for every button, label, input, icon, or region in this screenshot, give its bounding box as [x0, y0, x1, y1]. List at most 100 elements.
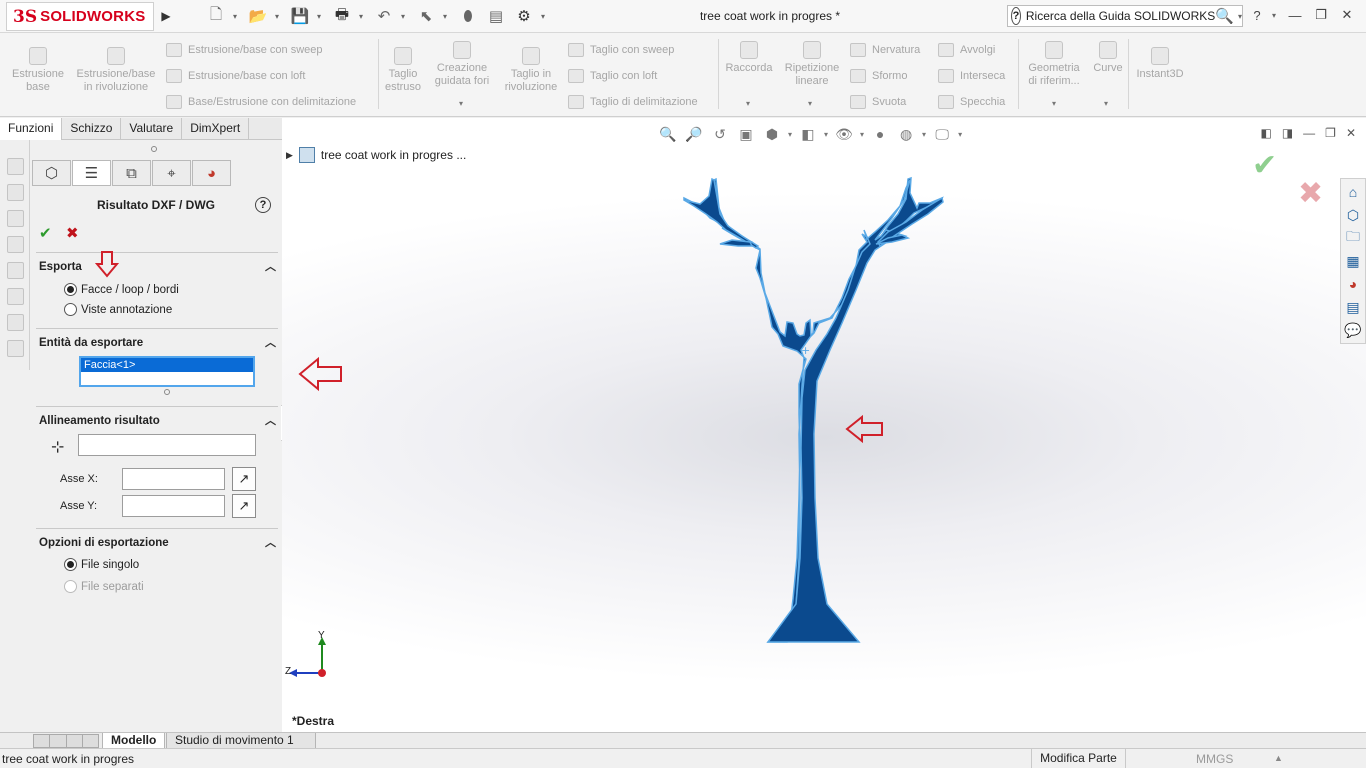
nervatura-button[interactable]: Nervatura [850, 43, 920, 57]
select-dropdown-icon[interactable]: ▾ [443, 12, 451, 21]
panel-help-icon[interactable]: ? [255, 197, 271, 213]
curves-dropdown-icon[interactable]: ▾ [1104, 99, 1108, 108]
close-icon[interactable]: ✕ [1336, 5, 1358, 25]
search-dropdown-icon[interactable]: ▾ [1238, 12, 1242, 21]
graphics-area[interactable]: 🔍 🔎 ↺ ▣ ⬢ ▾ ◧ ▾ 👁 ▾ ● ◍ ▾ 🖵 ▾ ◧ ◨ — ❐ ✕ ▶ tre… [282, 118, 1366, 732]
pattern-dropdown-icon[interactable]: ▾ [808, 99, 812, 108]
property-manager-tab-icon[interactable]: ☰ [72, 160, 111, 186]
asse-y-reverse-arrow-icon[interactable]: ↗ [232, 494, 256, 518]
tab-schizzo[interactable]: Schizzo [62, 118, 122, 140]
undo-dropdown-icon[interactable]: ▾ [401, 12, 409, 21]
specchia-button[interactable]: Specchia [938, 95, 1005, 109]
asse-x-input[interactable] [122, 468, 225, 490]
entities-selection-list[interactable]: Faccia<1> [79, 356, 255, 387]
help-dropdown-icon[interactable]: ▾ [1272, 11, 1280, 20]
ok-checkmark-icon[interactable]: ✔ [39, 224, 52, 242]
open-dropdown-icon[interactable]: ▾ [275, 12, 283, 21]
file-explorer-icon[interactable]: 🗀 [1343, 228, 1363, 248]
tree-part-face[interactable]: + [282, 118, 1366, 732]
estrusione-base-button[interactable]: Estrusione base [8, 47, 68, 94]
search-icon[interactable]: 🔍 [1215, 7, 1234, 25]
estrusione-sweep-button[interactable]: Estrusione/base con sweep [166, 43, 323, 57]
display-manager-tab-icon[interactable]: ◕ [192, 160, 231, 186]
taglio-rivoluzione-button[interactable]: Taglio in rivoluzione [500, 47, 562, 94]
raccorda-button[interactable]: Raccorda [722, 41, 776, 75]
hole-wizard-dropdown-icon[interactable]: ▾ [459, 99, 463, 108]
instant3d-button[interactable]: Instant3D [1132, 47, 1188, 81]
taglio-sweep-button[interactable]: Taglio con sweep [568, 43, 674, 57]
options-gear-icon[interactable]: ⚙ [513, 6, 535, 26]
tab-studio-movimento[interactable]: Studio di movimento 1 [166, 733, 316, 749]
print-dropdown-icon[interactable]: ▾ [359, 12, 367, 21]
menu-expand-icon[interactable]: ▶ [158, 6, 174, 26]
tab-modello[interactable]: Modello [102, 733, 166, 749]
tab-dimxpert[interactable]: DimXpert [182, 118, 250, 140]
origin-input[interactable] [78, 434, 256, 456]
rebuild-icon[interactable]: ⬮ [457, 6, 479, 26]
geometria-riferimento-button[interactable]: Geometria di riferim... [1024, 41, 1084, 88]
taglio-delimitazione-button[interactable]: Taglio di delimitazione [568, 95, 698, 109]
restore-icon[interactable]: ❐ [1310, 5, 1332, 25]
help-search-box[interactable]: ? Ricerca della Guida SOLIDWORKS 🔍 ▾ [1007, 5, 1243, 27]
feature-manager-tab-icon[interactable]: ⬡ [32, 160, 71, 186]
taglio-estruso-button[interactable]: Taglio estruso [382, 47, 424, 94]
sformo-button[interactable]: Sformo [850, 69, 907, 83]
dimxpert-manager-tab-icon[interactable]: ⌖ [152, 160, 191, 186]
undo-icon[interactable]: ↶ [373, 6, 395, 26]
collapse-chevron-up-icon[interactable]: ︿ [265, 534, 276, 550]
view-palette-icon[interactable]: ▦ [1343, 251, 1363, 271]
new-dropdown-icon[interactable]: ▾ [233, 12, 241, 21]
interseca-button[interactable]: Interseca [938, 69, 1005, 83]
forum-icon[interactable]: 💬 [1343, 320, 1363, 340]
collapse-chevron-up-icon[interactable]: ︿ [265, 412, 276, 428]
configuration-manager-tab-icon[interactable]: ⧉ [112, 160, 151, 186]
appearances-icon[interactable]: ◕ [1343, 274, 1363, 294]
design-library-icon[interactable]: ⬡ [1343, 205, 1363, 225]
print-icon[interactable]: 🖶 [331, 6, 353, 26]
radio-facce-loop-bordi[interactable]: Facce / loop / bordi [64, 283, 179, 296]
svuota-button[interactable]: Svuota [850, 95, 906, 109]
estrusione-rivoluzione-button[interactable]: Estrusione/base in rivoluzione [72, 47, 160, 94]
custom-properties-icon[interactable]: ▤ [1343, 297, 1363, 317]
tab-scroll-arrows[interactable] [33, 734, 99, 748]
layer-tool-icon[interactable] [7, 288, 24, 305]
help-menu-icon[interactable]: ? [1246, 5, 1268, 25]
list-item[interactable]: Faccia<1> [81, 358, 253, 372]
new-document-icon[interactable]: 🗋 [205, 6, 227, 26]
panel-splitter-handle[interactable] [151, 146, 157, 152]
save-icon[interactable]: 💾 [289, 6, 311, 26]
collapse-chevron-up-icon[interactable]: ︿ [265, 334, 276, 350]
units-dropdown-icon[interactable]: ▲ [1274, 753, 1283, 763]
note-tool-icon[interactable] [7, 210, 24, 227]
list-resize-handle[interactable] [164, 389, 170, 395]
taglio-loft-button[interactable]: Taglio con loft [568, 69, 657, 83]
text-tool-icon[interactable] [7, 236, 24, 253]
radio-viste-annotazione[interactable]: Viste annotazione [64, 303, 172, 316]
open-folder-icon[interactable]: 📂 [247, 6, 269, 26]
reference-geometry-dropdown-icon[interactable]: ▾ [1052, 99, 1056, 108]
radio-file-singolo[interactable]: File singolo [64, 558, 139, 571]
home-icon[interactable]: ⌂ [1343, 182, 1363, 202]
curve-button[interactable]: Curve [1088, 41, 1128, 75]
pattern-tool-icon[interactable] [7, 314, 24, 331]
format-tool-icon[interactable] [7, 262, 24, 279]
options-dropdown-icon[interactable]: ▾ [541, 12, 549, 21]
asse-y-input[interactable] [122, 495, 225, 517]
cancel-x-icon[interactable]: ✖ [66, 224, 79, 242]
solidworks-logo[interactable]: 3S SOLIDWORKS [6, 2, 154, 31]
collapse-chevron-up-icon[interactable]: ︿ [265, 258, 276, 274]
tab-funzioni[interactable]: Funzioni [0, 118, 63, 140]
file-properties-icon[interactable]: ▤ [485, 6, 507, 26]
ripetizione-lineare-button[interactable]: Ripetizione lineare [780, 41, 844, 88]
creazione-fori-button[interactable]: Creazione guidata fori [428, 41, 496, 88]
estrusione-loft-button[interactable]: Estrusione/base con loft [166, 69, 305, 83]
status-units[interactable]: MMGS [1196, 752, 1233, 766]
link-tool-icon[interactable] [7, 340, 24, 357]
asse-x-reverse-arrow-icon[interactable]: ↗ [232, 467, 256, 491]
fillet-dropdown-icon[interactable]: ▾ [746, 99, 750, 108]
save-dropdown-icon[interactable]: ▾ [317, 12, 325, 21]
sketch-tool-icon[interactable] [7, 158, 24, 175]
select-cursor-icon[interactable]: ⬉ [415, 6, 437, 26]
minimize-icon[interactable]: — [1284, 5, 1306, 25]
tab-valutare[interactable]: Valutare [121, 118, 183, 140]
